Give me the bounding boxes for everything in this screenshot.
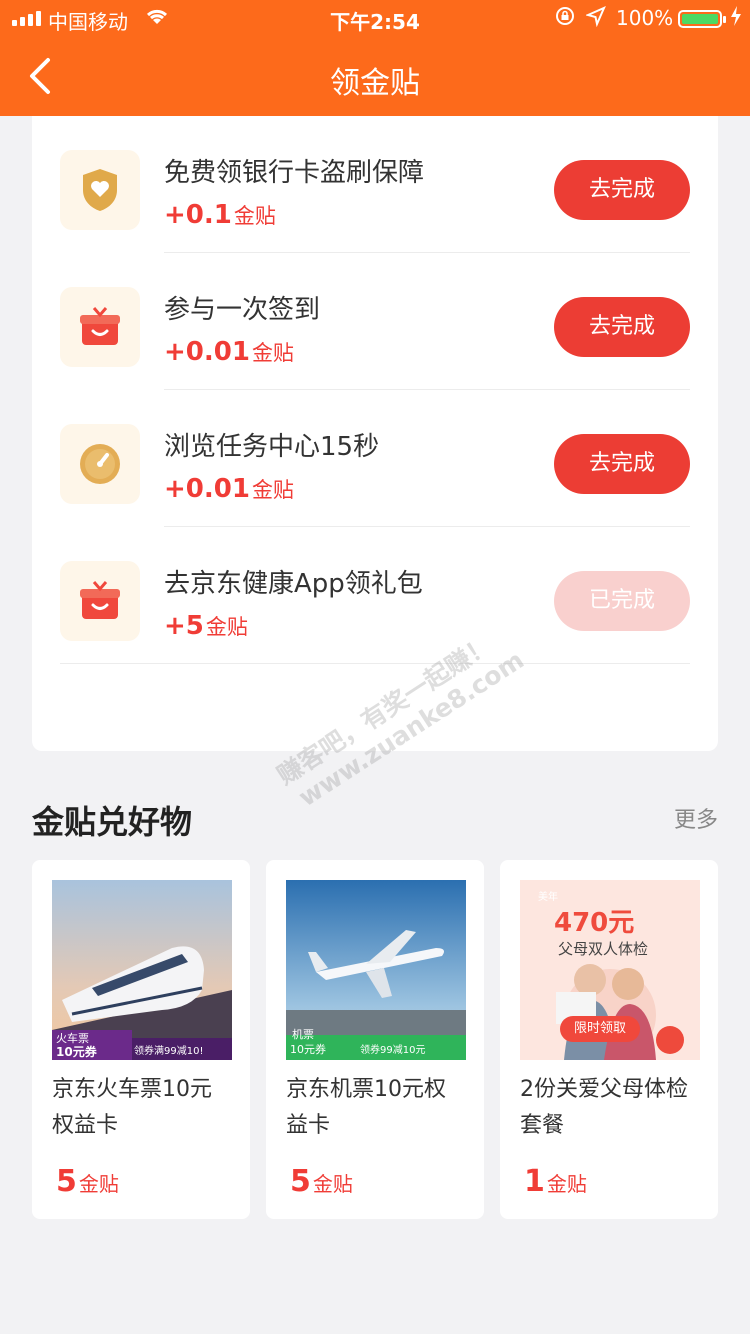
image-amount: 470元 xyxy=(554,908,635,938)
task-name: 免费领银行卡盗刷保障 xyxy=(164,158,425,188)
image-coupon: 10元券 xyxy=(56,1045,97,1059)
task-item: 免费领银行卡盗刷保障 +0.1金贴 去完成 xyxy=(32,116,718,253)
go-complete-button[interactable]: 去完成 xyxy=(554,160,690,220)
app-header: 中国移动 下午2:54 100% 领金贴 xyxy=(0,0,750,116)
goods-price: 1 金贴 xyxy=(524,1164,587,1199)
image-brand: 美年 xyxy=(538,892,558,903)
goods-card[interactable]: 火车票 10元券 领券满99减10! 京东火车票10元权益卡 5 金贴 xyxy=(32,860,250,1219)
task-item: 浏览任务中心15秒 +0.01金贴 去完成 xyxy=(32,390,718,527)
completed-button[interactable]: 已完成 xyxy=(554,571,690,631)
goods-price: 5 金贴 xyxy=(56,1164,119,1199)
timer-icon xyxy=(60,424,140,504)
divider xyxy=(60,663,690,664)
task-item: 去京东健康App领礼包 +5金贴 已完成 xyxy=(32,527,718,664)
task-name: 去京东健康App领礼包 xyxy=(164,569,423,599)
task-item: 参与一次签到 +0.01金贴 去完成 xyxy=(32,253,718,390)
flight-ticket-image: 机票 10元券 领券99减10元 xyxy=(286,880,466,1060)
health-check-image: 美年 470元 父母双人体检 限时领取 xyxy=(520,880,700,1060)
image-banner: 领券满99减10! xyxy=(134,1046,204,1057)
more-link[interactable]: 更多 xyxy=(674,802,718,834)
task-reward: +0.01金贴 xyxy=(164,337,294,367)
task-reward: +5金贴 xyxy=(164,611,248,641)
image-button: 限时领取 xyxy=(560,1016,640,1042)
gift-box-icon xyxy=(60,287,140,367)
image-subtitle: 父母双人体检 xyxy=(558,940,649,958)
train-ticket-image: 火车票 10元券 领券满99减10! xyxy=(52,880,232,1060)
goods-card[interactable]: 机票 10元券 领券99减10元 京东机票10元权益卡 5 金贴 xyxy=(266,860,484,1219)
rotation-lock-icon xyxy=(554,5,576,32)
task-list-card: 免费领银行卡盗刷保障 +0.1金贴 去完成 参与一次签到 +0.01金贴 去完成… xyxy=(32,116,718,812)
battery-icon xyxy=(678,10,726,28)
battery-percent: 100% xyxy=(616,6,674,30)
charging-bolt-icon xyxy=(730,5,742,32)
goods-name: 京东机票10元权益卡 xyxy=(286,1077,446,1138)
task-reward: +0.1金贴 xyxy=(164,200,276,230)
image-banner: 领券99减10元 xyxy=(360,1045,426,1056)
go-complete-button[interactable]: 去完成 xyxy=(554,434,690,494)
gift-box-icon xyxy=(60,561,140,641)
task-reward: +0.01金贴 xyxy=(164,474,294,504)
goods-name: 京东火车票10元权益卡 xyxy=(52,1077,212,1138)
goods-card[interactable]: 美年 470元 父母双人体检 限时领取 2份关爱父母体检套餐 1 金贴 xyxy=(500,860,718,1219)
task-name: 参与一次签到 xyxy=(164,295,321,325)
status-bar: 中国移动 下午2:54 100% xyxy=(0,0,750,36)
goods-grid: 火车票 10元券 领券满99减10! 京东火车票10元权益卡 5 金贴 机票 10… xyxy=(32,860,718,1220)
goods-price: 5 金贴 xyxy=(290,1164,353,1199)
image-tag: 机票 xyxy=(292,1028,314,1041)
goods-name: 2份关爱父母体检套餐 xyxy=(520,1077,688,1138)
location-arrow-icon xyxy=(584,5,606,32)
go-complete-button[interactable]: 去完成 xyxy=(554,297,690,357)
task-name: 浏览任务中心15秒 xyxy=(164,432,380,462)
page-title: 领金贴 xyxy=(330,66,420,101)
shield-heart-icon xyxy=(60,150,140,230)
section-title: 金贴兑好物 xyxy=(32,803,193,841)
image-coupon: 10元券 xyxy=(290,1043,326,1056)
